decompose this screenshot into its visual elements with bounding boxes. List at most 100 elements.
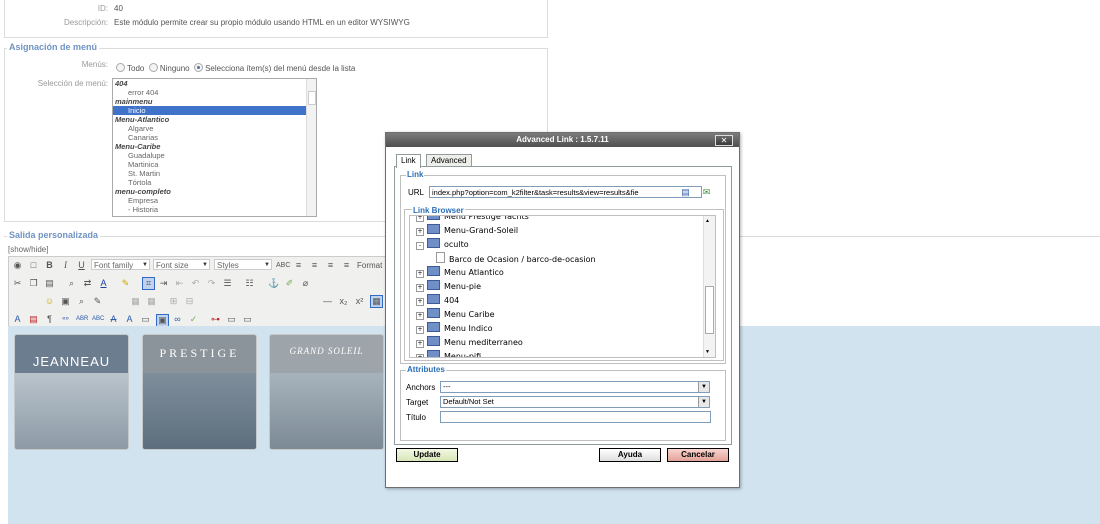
acronym-icon[interactable]: ABC: [92, 314, 104, 325]
menu-option[interactable]: Inicio: [113, 106, 316, 115]
ruler-icon[interactable]: ⊶: [210, 314, 221, 325]
new-document-icon[interactable]: □: [28, 260, 39, 271]
abbr-icon[interactable]: ABR: [76, 314, 88, 325]
expand-icon[interactable]: +: [416, 354, 424, 357]
tree-node[interactable]: + Menu Prestige Yachts: [416, 216, 529, 222]
email-link-icon[interactable]: ✉: [701, 187, 712, 198]
expand-icon[interactable]: +: [416, 284, 424, 292]
redo-icon[interactable]: ↷: [206, 278, 217, 289]
cancel-button[interactable]: Cancelar: [667, 448, 729, 462]
strikethrough-icon[interactable]: A: [108, 314, 119, 325]
help-button[interactable]: Ayuda: [599, 448, 661, 462]
help-icon[interactable]: ◉: [12, 260, 23, 271]
text-direction-icon[interactable]: A: [12, 314, 23, 325]
tree-node[interactable]: + Menu Indico: [416, 322, 493, 334]
align-center-icon[interactable]: ≡: [309, 260, 320, 271]
tree-node[interactable]: Barco de Ocasion / barco-de-ocasion: [436, 252, 596, 264]
tree-node[interactable]: + Menu Atlantico: [416, 266, 504, 278]
tree-node[interactable]: + Menu Caribe: [416, 308, 495, 320]
underline-icon[interactable]: U: [76, 260, 87, 271]
expand-icon[interactable]: +: [416, 340, 424, 348]
menu-list-scrollbar[interactable]: [306, 79, 316, 216]
menu-option[interactable]: Empresa: [113, 196, 316, 205]
menu-option[interactable]: Martinica: [113, 160, 316, 169]
target-select[interactable]: Default/Not Set ▼: [440, 396, 710, 408]
split-cells-icon[interactable]: ⊟: [184, 296, 195, 307]
expand-icon[interactable]: +: [416, 216, 424, 222]
tree-node[interactable]: + Menu-Grand-Soleil: [416, 224, 518, 236]
tree-node[interactable]: + Menu mediterraneo: [416, 336, 523, 348]
edit-icon[interactable]: ✎: [92, 296, 103, 307]
text-color-icon[interactable]: A: [98, 278, 109, 289]
bullet-list-icon[interactable]: ☰: [222, 278, 233, 289]
collapse-icon[interactable]: -: [416, 242, 424, 250]
fullscreen-icon[interactable]: ▭: [226, 314, 237, 325]
radio-none[interactable]: [148, 63, 158, 72]
template-icon[interactable]: ▭: [140, 314, 151, 325]
cite-icon[interactable]: «»: [60, 314, 71, 325]
image-icon[interactable]: ▣: [60, 296, 71, 307]
link-break-icon[interactable]: ∞: [172, 314, 183, 325]
indent-icon[interactable]: ⇥: [158, 278, 169, 289]
bold-icon[interactable]: B: [44, 260, 55, 271]
menu-option[interactable]: Guadalupe: [113, 151, 316, 160]
undo-icon[interactable]: ↶: [190, 278, 201, 289]
expand-icon[interactable]: +: [416, 270, 424, 278]
numbered-list-icon[interactable]: ☷: [244, 278, 255, 289]
anchors-select[interactable]: --- ▼: [440, 381, 710, 393]
tab-link[interactable]: Link: [396, 154, 421, 168]
browse-icon[interactable]: ▤: [680, 187, 691, 198]
menu-option[interactable]: St. Martin: [113, 169, 316, 178]
tree-node[interactable]: + Menu-pifi: [416, 350, 481, 357]
brand-tile-prestige[interactable]: PRESTIGE: [142, 334, 257, 450]
table-row-icon[interactable]: ▦: [146, 296, 157, 307]
font-icon[interactable]: A: [124, 314, 135, 325]
expand-icon[interactable]: +: [416, 298, 424, 306]
brand-tile-jeanneau[interactable]: JEANNEAU: [14, 334, 129, 450]
menu-option[interactable]: error 404: [113, 88, 316, 97]
tree-scrollbar[interactable]: ▲ ▼: [703, 216, 715, 357]
expand-icon[interactable]: +: [416, 312, 424, 320]
url-input[interactable]: index.php?option=com_k2filter&task=resul…: [429, 186, 702, 198]
paragraph-icon[interactable]: ¶: [44, 314, 55, 325]
copy-icon[interactable]: ❐: [28, 278, 39, 289]
tree-node[interactable]: - oculto: [416, 238, 469, 250]
preview-icon[interactable]: ⌕: [76, 296, 87, 307]
tree-node[interactable]: +404: [416, 294, 459, 306]
find-icon[interactable]: ⌕: [66, 278, 77, 289]
close-icon[interactable]: ✕: [715, 135, 733, 146]
cut-icon[interactable]: ✂: [12, 278, 23, 289]
brand-tile-grand-soleil[interactable]: GRAND SOLEIL: [269, 334, 384, 450]
show-hide-link[interactable]: [show/hide]: [8, 245, 48, 254]
expand-icon[interactable]: +: [416, 326, 424, 334]
smiley-icon[interactable]: ☺: [44, 296, 55, 307]
code-view-icon[interactable]: ⌗: [142, 277, 155, 290]
spellcheck-icon[interactable]: ABC: [276, 260, 290, 271]
italic-icon[interactable]: I: [60, 260, 71, 271]
link-icon[interactable]: ✐: [284, 278, 295, 289]
outdent-icon[interactable]: ⇤: [174, 278, 185, 289]
paste-icon[interactable]: ▤: [44, 278, 55, 289]
font-family-select[interactable]: Font family ▼: [91, 259, 150, 270]
expand-icon[interactable]: +: [416, 228, 424, 236]
superscript-icon[interactable]: x²: [354, 296, 365, 307]
radio-all[interactable]: [116, 63, 125, 72]
visual-aid-icon[interactable]: ▭: [242, 314, 253, 325]
merge-cells-icon[interactable]: ⊞: [168, 296, 179, 307]
align-left-icon[interactable]: ≡: [293, 260, 304, 271]
menu-option[interactable]: Algarve: [113, 124, 316, 133]
title-input[interactable]: [440, 411, 711, 423]
menu-option[interactable]: - Historia: [113, 205, 316, 214]
pdf-icon[interactable]: ▤: [28, 314, 39, 325]
menu-selection-list[interactable]: 404 error 404 mainmenu Inicio Menu-Atlantico…: [112, 78, 317, 217]
tree-scrollbar-thumb[interactable]: [705, 286, 714, 334]
table-insert-icon[interactable]: ▦: [370, 295, 383, 308]
radio-select[interactable]: [194, 63, 204, 72]
anchor-icon[interactable]: ⚓: [268, 278, 279, 289]
subscript-icon[interactable]: x₂: [338, 296, 349, 307]
table-icon[interactable]: ▦: [130, 296, 141, 307]
menu-option[interactable]: Tórtola: [113, 178, 316, 187]
update-button[interactable]: Update: [396, 448, 458, 462]
justify-icon[interactable]: ≡: [341, 260, 352, 271]
align-right-icon[interactable]: ≡: [325, 260, 336, 271]
